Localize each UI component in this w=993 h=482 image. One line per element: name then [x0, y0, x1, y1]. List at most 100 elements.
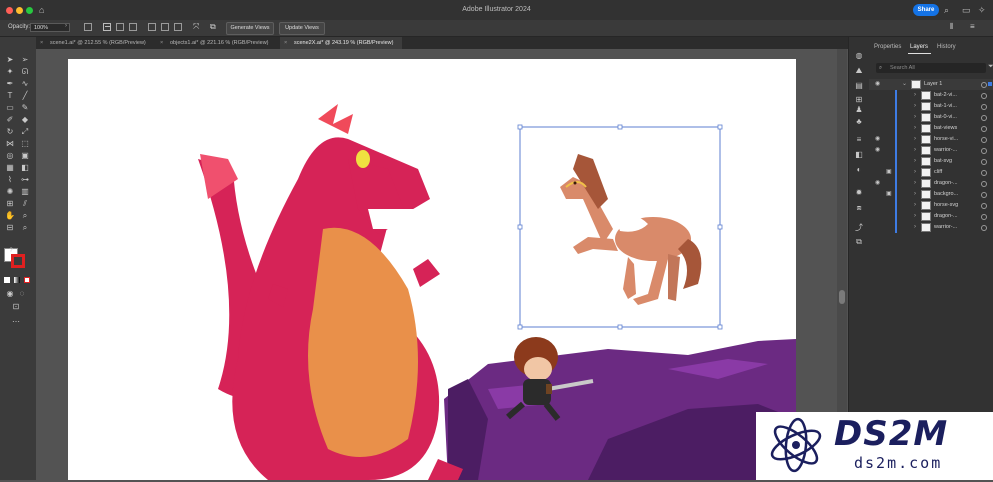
dragon-art[interactable] — [198, 104, 463, 480]
curvature-tool-icon[interactable]: ∿ — [20, 79, 30, 89]
sublayer-row[interactable]: ◉ › warrior-... — [869, 145, 993, 156]
chevron-right-icon[interactable]: › — [914, 156, 916, 167]
transform-icon[interactable]: ⤧ — [193, 22, 199, 32]
paintbrush-tool-icon[interactable]: ✎ — [20, 103, 30, 113]
properties-icon[interactable]: ▤ — [854, 81, 864, 91]
chevron-right-icon[interactable]: › — [914, 200, 916, 211]
visibility-eye-icon[interactable]: ◉ — [875, 79, 880, 90]
asset-export-icon[interactable]: ♟ — [854, 105, 864, 115]
edit-toolbar-icon[interactable]: ⋯ — [11, 317, 21, 327]
lasso-tool-icon[interactable]: ᘏ — [20, 67, 30, 77]
sublayer-row[interactable]: › dragon-... — [869, 211, 993, 222]
symbols-icon[interactable]: ♣ — [854, 117, 864, 127]
hand-tool-icon[interactable]: ✋ — [5, 211, 15, 221]
sublayer-row[interactable]: › horse-svg — [869, 200, 993, 211]
target-circle-icon[interactable] — [981, 214, 987, 220]
rectangle-tool-icon[interactable]: ▭ — [5, 103, 15, 113]
artboard-tool-icon[interactable]: ⊞ — [5, 199, 15, 209]
shape-builder-tool-icon[interactable]: ◎ — [5, 151, 15, 161]
chevron-right-icon[interactable]: › — [914, 112, 916, 123]
target-circle-icon[interactable] — [981, 82, 987, 88]
chevron-right-icon[interactable]: › — [914, 145, 916, 156]
align-left-icon[interactable] — [103, 23, 111, 31]
color-mode-icon[interactable] — [4, 277, 10, 283]
zoom-tool-icon[interactable]: ⌕ — [20, 211, 30, 221]
sublayer-row[interactable]: ▣ › cliff — [869, 167, 993, 178]
zoom-out-icon[interactable]: ⌕ — [20, 223, 30, 233]
width-tool-icon[interactable]: ⋈ — [5, 139, 15, 149]
image-trace-icon[interactable]: ⛰ — [854, 66, 864, 76]
artboard[interactable] — [68, 59, 796, 480]
sublayer-row[interactable]: › bat-2-vi... — [869, 90, 993, 101]
stroke-swatch[interactable] — [11, 254, 25, 268]
line-tool-icon[interactable]: ╱ — [20, 91, 30, 101]
target-circle-icon[interactable] — [981, 159, 987, 165]
tab-properties[interactable]: Properties — [874, 44, 901, 50]
direct-selection-tool-icon[interactable]: ➢ — [20, 55, 30, 65]
update-views-button[interactable]: Update Views — [279, 22, 325, 35]
chevron-right-icon[interactable]: › — [914, 101, 916, 112]
tab-layers[interactable]: Layers — [910, 44, 928, 50]
chevron-right-icon[interactable]: › — [914, 123, 916, 134]
filter-icon[interactable]: ⏷ — [988, 63, 993, 71]
search-icon[interactable]: ⌕ — [944, 5, 949, 15]
live-paint-tool-icon[interactable]: ▣ — [20, 151, 30, 161]
stroke-icon[interactable]: ≡ — [854, 135, 864, 145]
tab-scene2x[interactable]: × scene2X.ai* @ 243.19 % (RGB/Preview) — [280, 37, 402, 49]
layer-row[interactable]: ◉ ⌄ Layer 1 — [869, 79, 993, 90]
graphic-styles-icon[interactable]: ⧈ — [854, 203, 864, 213]
discover-icon[interactable]: ✧ — [978, 5, 986, 15]
align-vcenter-icon[interactable] — [161, 23, 169, 31]
target-circle-icon[interactable] — [981, 170, 987, 176]
chevron-right-icon[interactable]: › — [914, 211, 916, 222]
mesh-tool-icon[interactable]: ▦ — [5, 163, 15, 173]
align-right-icon[interactable] — [129, 23, 137, 31]
type-tool-icon[interactable]: T — [5, 91, 15, 101]
chevron-right-icon[interactable]: › — [914, 167, 916, 178]
magic-wand-tool-icon[interactable]: ✦ — [5, 67, 15, 77]
sublayer-row[interactable]: › bat-views — [869, 123, 993, 134]
scrollbar-thumb[interactable] — [839, 290, 845, 304]
horse-art[interactable] — [560, 154, 702, 305]
appearance-icon[interactable]: ✹ — [854, 188, 864, 198]
gradient-icon[interactable]: ◧ — [854, 150, 864, 160]
sublayer-row[interactable]: › bat-1-vi... — [869, 101, 993, 112]
layers-search-input[interactable]: ⌕ Search All — [876, 63, 986, 73]
symbol-sprayer-tool-icon[interactable]: ✺ — [5, 187, 15, 197]
lock-icon[interactable]: ▣ — [886, 167, 892, 178]
target-circle-icon[interactable] — [981, 137, 987, 143]
visibility-eye-icon[interactable]: ◉ — [875, 134, 880, 145]
chevron-right-icon[interactable]: › — [914, 189, 916, 200]
visibility-eye-icon[interactable]: ◉ — [875, 178, 880, 189]
target-circle-icon[interactable] — [981, 203, 987, 209]
gradient-tool-icon[interactable]: ◧ — [20, 163, 30, 173]
chevron-right-icon[interactable]: › — [914, 90, 916, 101]
close-icon[interactable]: × — [160, 37, 163, 49]
eraser-tool-icon[interactable]: ◆ — [20, 115, 30, 125]
opacity-input[interactable]: 100% — [30, 23, 70, 32]
draw-behind-icon[interactable]: ◌ — [17, 289, 27, 299]
target-circle-icon[interactable] — [981, 181, 987, 187]
close-icon[interactable]: × — [284, 37, 287, 49]
close-icon[interactable]: × — [40, 37, 43, 49]
target-circle-icon[interactable] — [981, 225, 987, 231]
tab-history[interactable]: History — [937, 44, 956, 50]
selection-tool-icon[interactable]: ➤ — [5, 55, 15, 65]
sublayer-row[interactable]: ▣ › backgro... — [869, 189, 993, 200]
isolate-icon[interactable]: ⧉ — [210, 22, 216, 32]
pen-tool-icon[interactable]: ✒ — [5, 79, 15, 89]
target-circle-icon[interactable] — [981, 192, 987, 198]
target-circle-icon[interactable] — [981, 148, 987, 154]
chevron-down-icon[interactable]: ⌄ — [902, 79, 907, 90]
target-circle-icon[interactable] — [981, 104, 987, 110]
align-bottom-icon[interactable] — [174, 23, 182, 31]
recolor-artwork-icon[interactable] — [84, 23, 92, 31]
tab-objects1[interactable]: × objects1.ai* @ 221.16 % (RGB/Preview) — [156, 37, 280, 49]
tab-scene1[interactable]: × scene1.ai* @ 212.55 % (RGB/Preview) — [36, 37, 156, 49]
blend-tool-icon[interactable]: ⊶ — [20, 175, 30, 185]
sublayer-row[interactable]: › bat-svg — [869, 156, 993, 167]
transparency-icon[interactable]: ◐ — [854, 165, 864, 175]
cliff-art[interactable] — [444, 339, 796, 480]
panel-menu-icon[interactable]: ≡ — [970, 22, 975, 31]
rotate-tool-icon[interactable]: ↻ — [5, 127, 15, 137]
